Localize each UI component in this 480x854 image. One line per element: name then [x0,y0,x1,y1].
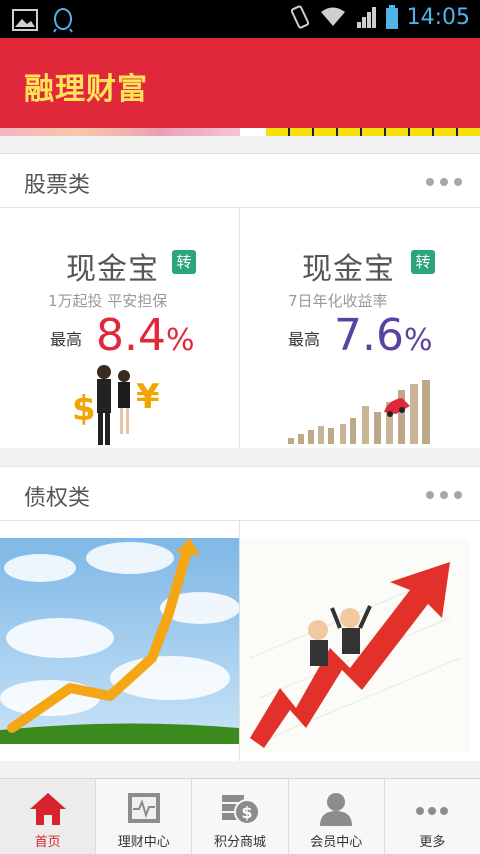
transfer-badge: 转 [411,250,435,274]
chart-monitor-icon [127,793,160,823]
clock: 14:05 [406,4,470,30]
product-title: 现金宝 [66,252,159,287]
product-subtitle: 1万起投 平安担保 [48,292,168,310]
tab-member-center[interactable]: 会员中心 [289,779,385,854]
more-dots-icon[interactable] [426,491,462,499]
tab-label: 理财中心 [117,835,170,850]
tab-finance-center[interactable]: 理财中心 [96,779,193,854]
app-header: 融理财富 [0,38,480,128]
qq-icon [53,8,73,33]
image-icon [12,9,38,31]
tab-more[interactable]: 更多 [385,779,480,854]
banner-carousel[interactable] [0,128,480,136]
section-header-stocks[interactable]: 股票类 [0,153,480,208]
status-bar: 14:05 [0,0,480,38]
user-icon [320,793,353,826]
tab-label: 首页 [34,835,61,850]
banner-image-left [0,128,240,136]
tab-points-mall[interactable]: $ 积分商城 [192,779,289,854]
product-card[interactable]: 现金宝 转 7日年化收益率 最高 7.6% [240,208,480,448]
vibrate-icon [290,5,309,29]
tab-label: 积分商城 [214,835,267,850]
tab-home[interactable]: 首页 [0,779,97,854]
more-dots-icon [416,807,449,815]
rate-label: 最高 [50,330,83,349]
businessmen-red-arrow-image[interactable] [240,538,470,752]
svg-text:$: $ [241,803,252,822]
section-title: 债权类 [24,486,91,511]
coin-stacks-car-illustration [288,380,430,444]
battery-icon [385,5,398,29]
rate-label: 最高 [288,330,321,349]
tab-label: 会员中心 [310,835,363,850]
wifi-icon [320,7,345,26]
more-dots-icon[interactable] [426,178,462,186]
banner-image-right [266,128,480,136]
tab-label: 更多 [419,835,446,850]
business-people-illustration: $ ¥ [72,365,160,445]
app-title: 融理财富 [24,72,148,107]
product-subtitle: 7日年化收益率 [288,292,388,310]
bottom-tab-bar: 首页 理财中心 $ 积分商城 会员中心 更多 [0,778,480,854]
signal-icon [356,7,376,28]
sky-arrow-growth-image[interactable] [0,538,239,744]
coins-dollar-icon: $ [222,795,260,825]
section-header-bonds[interactable]: 债权类 [0,466,480,521]
transfer-badge: 转 [172,250,196,274]
product-card[interactable]: 现金宝 转 1万起投 平安担保 最高 8.4% $ ¥ [0,208,239,448]
section-title: 股票类 [24,173,91,198]
svg-text:¥: ¥ [136,377,160,417]
svg-text:$: $ [72,389,96,429]
rate-value: 7.6% [334,310,433,361]
product-title: 现金宝 [302,252,395,287]
rate-value: 8.4% [96,310,195,361]
home-icon [29,793,66,825]
